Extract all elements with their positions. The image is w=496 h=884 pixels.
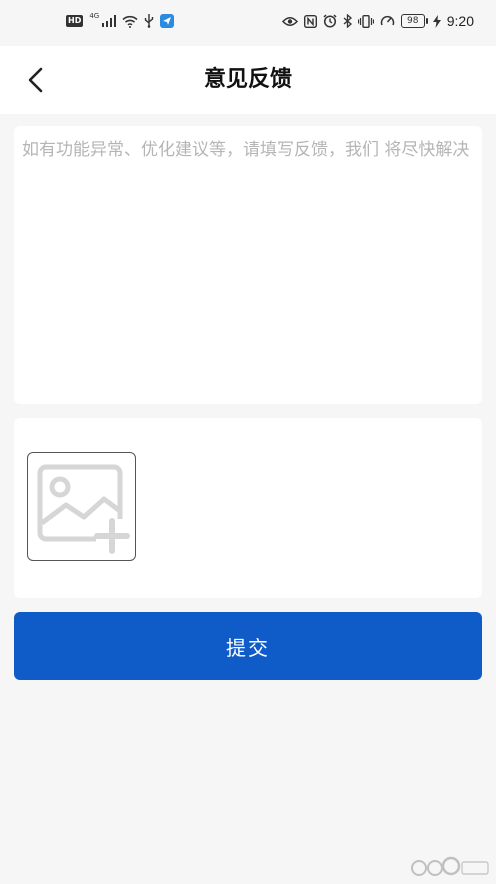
charging-icon <box>432 14 441 28</box>
nfc-icon <box>303 14 317 28</box>
battery-icon: 98 <box>400 14 428 28</box>
nav-bar: 意见反馈 <box>0 46 496 114</box>
status-time: 9:20 <box>446 13 474 29</box>
signal-icon <box>102 15 117 27</box>
status-left: HD 4G <box>66 12 175 28</box>
data-saver-icon <box>380 15 394 26</box>
page-title: 意见反馈 <box>203 67 292 92</box>
eye-icon <box>281 16 298 26</box>
feedback-textarea[interactable] <box>14 126 482 404</box>
status-right: 98 9:20 <box>281 13 474 29</box>
app-notification-icon <box>160 14 175 28</box>
status-bar: HD 4G 98 9:20 <box>0 0 496 46</box>
usb-icon <box>145 14 154 28</box>
alarm-icon <box>323 14 337 28</box>
vibrate-icon <box>357 14 374 28</box>
wifi-icon <box>122 15 138 28</box>
image-upload-card <box>14 418 482 598</box>
chevron-left-icon <box>28 67 43 93</box>
watermark-logo <box>410 854 490 878</box>
submit-button[interactable]: 提交 <box>14 612 482 680</box>
watermark-icon <box>411 856 489 876</box>
image-add-icon <box>37 464 130 554</box>
feedback-card <box>14 126 482 404</box>
hd-badge: HD <box>66 15 84 27</box>
network-type: 4G <box>89 12 100 20</box>
back-button[interactable] <box>14 58 58 102</box>
bluetooth-icon <box>343 14 352 28</box>
add-image-button[interactable] <box>27 452 136 561</box>
